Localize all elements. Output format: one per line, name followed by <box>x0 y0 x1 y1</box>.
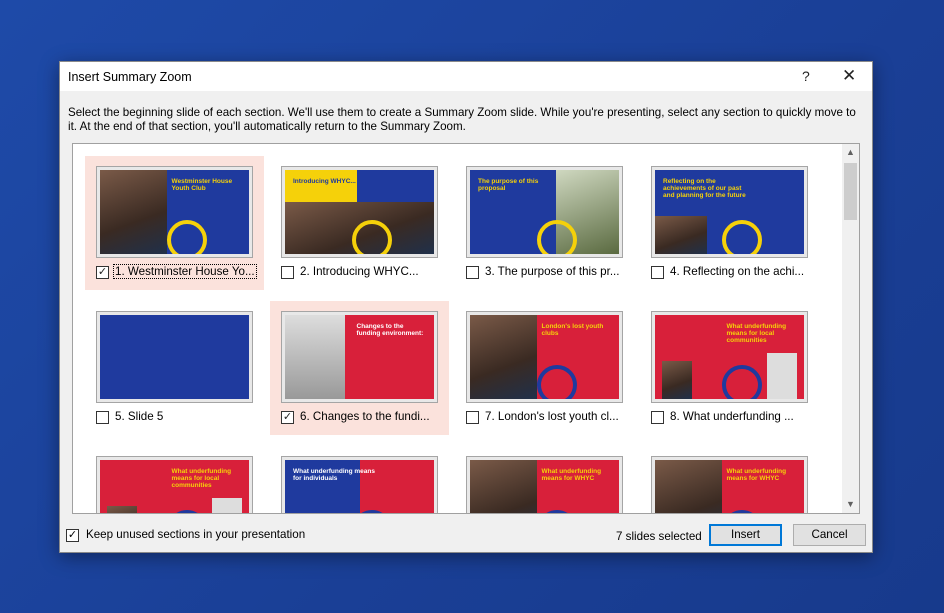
slide-title: The purpose of this proposal <box>478 178 539 192</box>
slide-title: Westminster House Youth Club <box>171 178 233 192</box>
slide-preview: What underfunding means for WHYC <box>470 460 619 513</box>
slide-title: What underfunding means for local commun… <box>171 468 232 489</box>
slide-item[interactable]: 5. Slide 5 <box>85 301 264 435</box>
slide-preview: Reflecting on the achievements of our pa… <box>655 170 804 254</box>
slide-label[interactable]: 5. Slide 5 <box>114 410 164 423</box>
slide-preview: Changes to the funding environment: <box>285 315 434 399</box>
slide-item[interactable]: What underfunding means for WHYC <box>455 446 634 513</box>
slide-item[interactable]: Changes to the funding environment: ✓ 6. C… <box>270 301 449 435</box>
close-button[interactable]: ✕ <box>842 66 856 86</box>
slide-title: Reflecting on the achievements of our pa… <box>663 178 746 199</box>
slide-checkbox[interactable] <box>651 411 664 424</box>
slide-preview: What underfunding means for local commun… <box>100 460 249 513</box>
slide-title: What underfunding means for WHYC <box>726 468 787 482</box>
instructions-text: Select the beginning slide of each secti… <box>68 106 856 133</box>
slide-checkbox[interactable] <box>466 411 479 424</box>
slide-label[interactable]: 4. Reflecting on the achi... <box>669 265 805 278</box>
slide-preview: London's lost youth clubs <box>470 315 619 399</box>
slide-thumbnail[interactable]: What underfunding means for local commun… <box>96 456 253 513</box>
slide-label[interactable]: 7. London's lost youth cl... <box>484 410 620 423</box>
insert-summary-zoom-dialog: Insert Summary Zoom ? ✕ Select the begin… <box>59 61 873 553</box>
slide-checkbox[interactable] <box>281 266 294 279</box>
vertical-scrollbar[interactable]: ▲ ▼ <box>842 144 859 513</box>
slide-title: London's lost youth clubs <box>541 323 604 337</box>
slide-title: What underfunding means for individuals <box>293 468 375 482</box>
slide-label[interactable]: 1. Westminster House Yo... <box>113 264 257 279</box>
slide-preview: What underfunding means for local commun… <box>655 315 804 399</box>
slide-item[interactable]: The purpose of this proposal 3. The purpo… <box>455 156 634 290</box>
help-button[interactable]: ? <box>802 68 810 84</box>
slide-item[interactable]: Reflecting on the achievements of our pa… <box>640 156 819 290</box>
slide-thumbnail[interactable]: Introducing WHYC... <box>281 166 438 258</box>
slide-preview: Westminster House Youth Club <box>100 170 249 254</box>
slide-item[interactable]: Introducing WHYC... 2. Introducing WHYC..… <box>270 156 449 290</box>
slide-checkbox[interactable]: ✓ <box>96 266 109 279</box>
slide-checkbox[interactable]: ✓ <box>281 411 294 424</box>
slide-title: What underfunding means for WHYC <box>541 468 602 482</box>
slide-thumbnail[interactable]: What underfunding means for individuals <box>281 456 438 513</box>
slide-preview: What underfunding means for individuals <box>285 460 434 513</box>
slide-label[interactable]: 3. The purpose of this pr... <box>484 265 620 278</box>
slide-label[interactable]: 6. Changes to the fundi... <box>299 410 431 423</box>
slide-thumbnail[interactable]: Changes to the funding environment: <box>281 311 438 403</box>
slide-title: Changes to the funding environment: <box>356 323 424 337</box>
slide-item[interactable]: What underfunding means for WHYC <box>640 446 819 513</box>
slide-thumbnail[interactable]: What underfunding means for local commun… <box>651 311 808 403</box>
title-bar: Insert Summary Zoom ? ✕ <box>60 62 872 91</box>
slide-thumbnail[interactable] <box>96 311 253 403</box>
slide-label[interactable]: 8. What underfunding ... <box>669 410 795 423</box>
slide-item[interactable]: What underfunding means for local commun… <box>85 446 264 513</box>
slide-checkbox[interactable] <box>651 266 664 279</box>
scrollbar-thumb[interactable] <box>844 163 857 220</box>
slide-checkbox[interactable] <box>96 411 109 424</box>
slide-checkbox[interactable] <box>466 266 479 279</box>
scroll-up-icon[interactable]: ▲ <box>842 144 859 161</box>
slide-thumbnail[interactable]: London's lost youth clubs <box>466 311 623 403</box>
keep-unused-sections-label[interactable]: Keep unused sections in your presentatio… <box>86 528 305 541</box>
slide-title: What underfunding means for local commun… <box>726 323 787 344</box>
slide-preview: The purpose of this proposal <box>470 170 619 254</box>
slide-preview: Introducing WHYC... <box>285 170 434 254</box>
slide-label[interactable]: 2. Introducing WHYC... <box>299 265 420 278</box>
slide-thumbnail[interactable]: What underfunding means for WHYC <box>651 456 808 513</box>
slide-thumbnail[interactable]: Reflecting on the achievements of our pa… <box>651 166 808 258</box>
slide-thumbnail[interactable]: Westminster House Youth Club <box>96 166 253 258</box>
slide-thumbnail[interactable]: What underfunding means for WHYC <box>466 456 623 513</box>
scroll-down-icon[interactable]: ▼ <box>842 496 859 513</box>
slide-title: Introducing WHYC... <box>293 178 356 185</box>
slide-preview: What underfunding means for WHYC <box>655 460 804 513</box>
slide-preview <box>100 315 249 399</box>
slide-item[interactable]: What underfunding means for local commun… <box>640 301 819 435</box>
slide-item[interactable]: London's lost youth clubs 7. London's los… <box>455 301 634 435</box>
dialog-title: Insert Summary Zoom <box>68 70 192 84</box>
keep-unused-sections-checkbox[interactable]: ✓ <box>66 529 79 542</box>
insert-button[interactable]: Insert <box>709 524 782 546</box>
slide-item[interactable]: What underfunding means for individuals <box>270 446 449 513</box>
slide-list: What underfunding means for WHYC What und… <box>72 143 860 514</box>
cancel-button[interactable]: Cancel <box>793 524 866 546</box>
selected-count: 7 slides selected <box>616 530 702 543</box>
slide-item[interactable]: Westminster House Youth Club ✓ 1. Westmins… <box>85 156 264 290</box>
slide-thumbnail[interactable]: The purpose of this proposal <box>466 166 623 258</box>
